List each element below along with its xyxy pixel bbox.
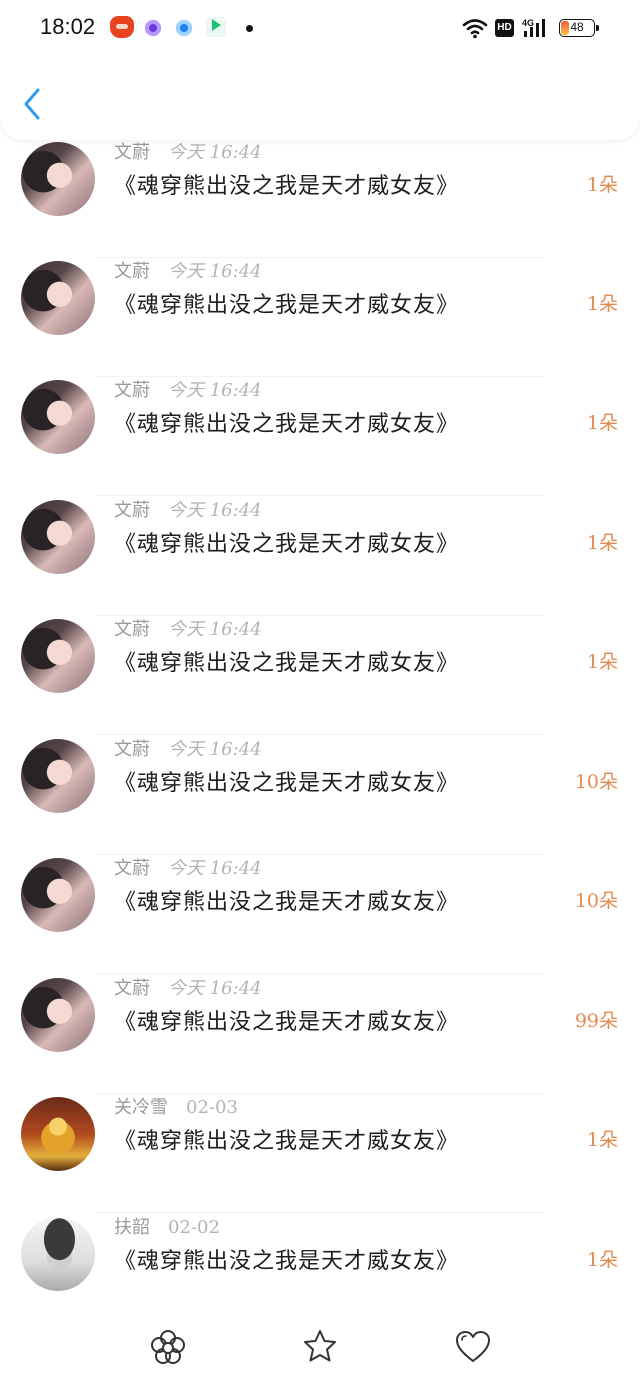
list-item[interactable]: 文蔚 今天 16:44 《魂穿熊出没之我是天才威女友》 1朵: [0, 138, 640, 258]
avatar[interactable]: [21, 142, 95, 216]
sender-name: 文蔚: [114, 978, 150, 999]
sender-name: 文蔚: [114, 500, 150, 521]
book-title: 《魂穿熊出没之我是天才威女友》: [114, 1010, 460, 1035]
wifi-icon: [462, 19, 488, 39]
flower-count: 99朵: [574, 1010, 618, 1032]
status-bar: 18:02 HD 4G 48: [0, 0, 640, 58]
sender-name: 扶韶: [114, 1217, 150, 1238]
heart-icon[interactable]: [453, 1327, 493, 1367]
timestamp: 今天 16:44: [168, 978, 262, 999]
timestamp: 02-02: [168, 1217, 220, 1238]
status-time: 18:02: [40, 14, 96, 39]
list-item[interactable]: 文蔚 今天 16:44 《魂穿熊出没之我是天才威女友》 1朵: [0, 496, 640, 616]
book-title: 《魂穿熊出没之我是天才威女友》: [114, 1129, 460, 1154]
timestamp: 今天 16:44: [168, 739, 262, 760]
header: [0, 58, 640, 140]
bottom-tab-bar: [0, 1307, 640, 1387]
list-item[interactable]: 文蔚 今天 16:44 《魂穿熊出没之我是天才威女友》 99朵: [0, 974, 640, 1094]
avatar[interactable]: [21, 1097, 95, 1171]
message-list: 文蔚 今天 16:44 《魂穿熊出没之我是天才威女友》 1朵 文蔚 今天 16:44…: [0, 0, 640, 1387]
flower-count: 10朵: [574, 771, 618, 793]
list-item[interactable]: 文蔚 今天 16:44 《魂穿熊出没之我是天才威女友》 10朵: [0, 854, 640, 974]
avatar[interactable]: [21, 739, 95, 813]
flower-count: 1朵: [586, 1249, 618, 1271]
notification-dot-icon: [246, 25, 253, 32]
timestamp: 今天 16:44: [168, 619, 262, 640]
signal-icon: 4G: [522, 18, 545, 37]
sender-name: 关冷雪: [114, 1097, 168, 1118]
sender-name: 文蔚: [114, 261, 150, 282]
list-item[interactable]: 关冷雪 02-03 《魂穿熊出没之我是天才威女友》 1朵: [0, 1093, 640, 1213]
flower-count: 1朵: [586, 174, 618, 196]
timestamp: 今天 16:44: [168, 380, 262, 401]
sender-name: 文蔚: [114, 739, 150, 760]
sender-name: 文蔚: [114, 142, 150, 163]
flower-count: 1朵: [586, 412, 618, 434]
flower-icon[interactable]: [148, 1327, 188, 1367]
hd-badge: HD: [495, 19, 514, 37]
flower-count: 1朵: [586, 1129, 618, 1151]
timestamp: 今天 16:44: [168, 261, 262, 282]
timestamp: 今天 16:44: [168, 500, 262, 521]
book-title: 《魂穿熊出没之我是天才威女友》: [114, 651, 460, 676]
flower-count: 1朵: [586, 293, 618, 315]
battery-icon: 48: [559, 19, 599, 37]
avatar[interactable]: [21, 619, 95, 693]
app-icon-purple: [145, 20, 161, 36]
flower-count: 10朵: [574, 890, 618, 912]
book-title: 《魂穿熊出没之我是天才威女友》: [114, 890, 460, 915]
avatar[interactable]: [21, 261, 95, 335]
flower-count: 1朵: [586, 532, 618, 554]
book-title: 《魂穿熊出没之我是天才威女友》: [114, 293, 460, 318]
flower-count: 1朵: [586, 651, 618, 673]
list-item[interactable]: 文蔚 今天 16:44 《魂穿熊出没之我是天才威女友》 10朵: [0, 735, 640, 855]
timestamp: 02-03: [186, 1097, 238, 1118]
app-icon-green: [206, 17, 226, 37]
book-title: 《魂穿熊出没之我是天才威女友》: [114, 532, 460, 557]
avatar[interactable]: [21, 858, 95, 932]
book-title: 《魂穿熊出没之我是天才威女友》: [114, 174, 460, 199]
chevron-left-icon[interactable]: [18, 86, 48, 122]
sender-name: 文蔚: [114, 380, 150, 401]
book-title: 《魂穿熊出没之我是天才威女友》: [114, 1249, 460, 1274]
sender-name: 文蔚: [114, 619, 150, 640]
app-icon-red: [110, 16, 134, 38]
book-title: 《魂穿熊出没之我是天才威女友》: [114, 771, 460, 796]
svg-text:4G: 4G: [522, 18, 534, 28]
list-item[interactable]: 文蔚 今天 16:44 《魂穿熊出没之我是天才威女友》 1朵: [0, 615, 640, 735]
avatar[interactable]: [21, 500, 95, 574]
sender-name: 文蔚: [114, 858, 150, 879]
timestamp: 今天 16:44: [168, 142, 262, 163]
list-item[interactable]: 文蔚 今天 16:44 《魂穿熊出没之我是天才威女友》 1朵: [0, 257, 640, 377]
star-icon[interactable]: [300, 1327, 340, 1367]
book-title: 《魂穿熊出没之我是天才威女友》: [114, 412, 460, 437]
app-icon-blue: [176, 20, 192, 36]
avatar[interactable]: [21, 1217, 95, 1291]
avatar[interactable]: [21, 978, 95, 1052]
timestamp: 今天 16:44: [168, 858, 262, 879]
avatar[interactable]: [21, 380, 95, 454]
battery-level: 48: [570, 20, 584, 34]
list-item[interactable]: 文蔚 今天 16:44 《魂穿熊出没之我是天才威女友》 1朵: [0, 376, 640, 496]
